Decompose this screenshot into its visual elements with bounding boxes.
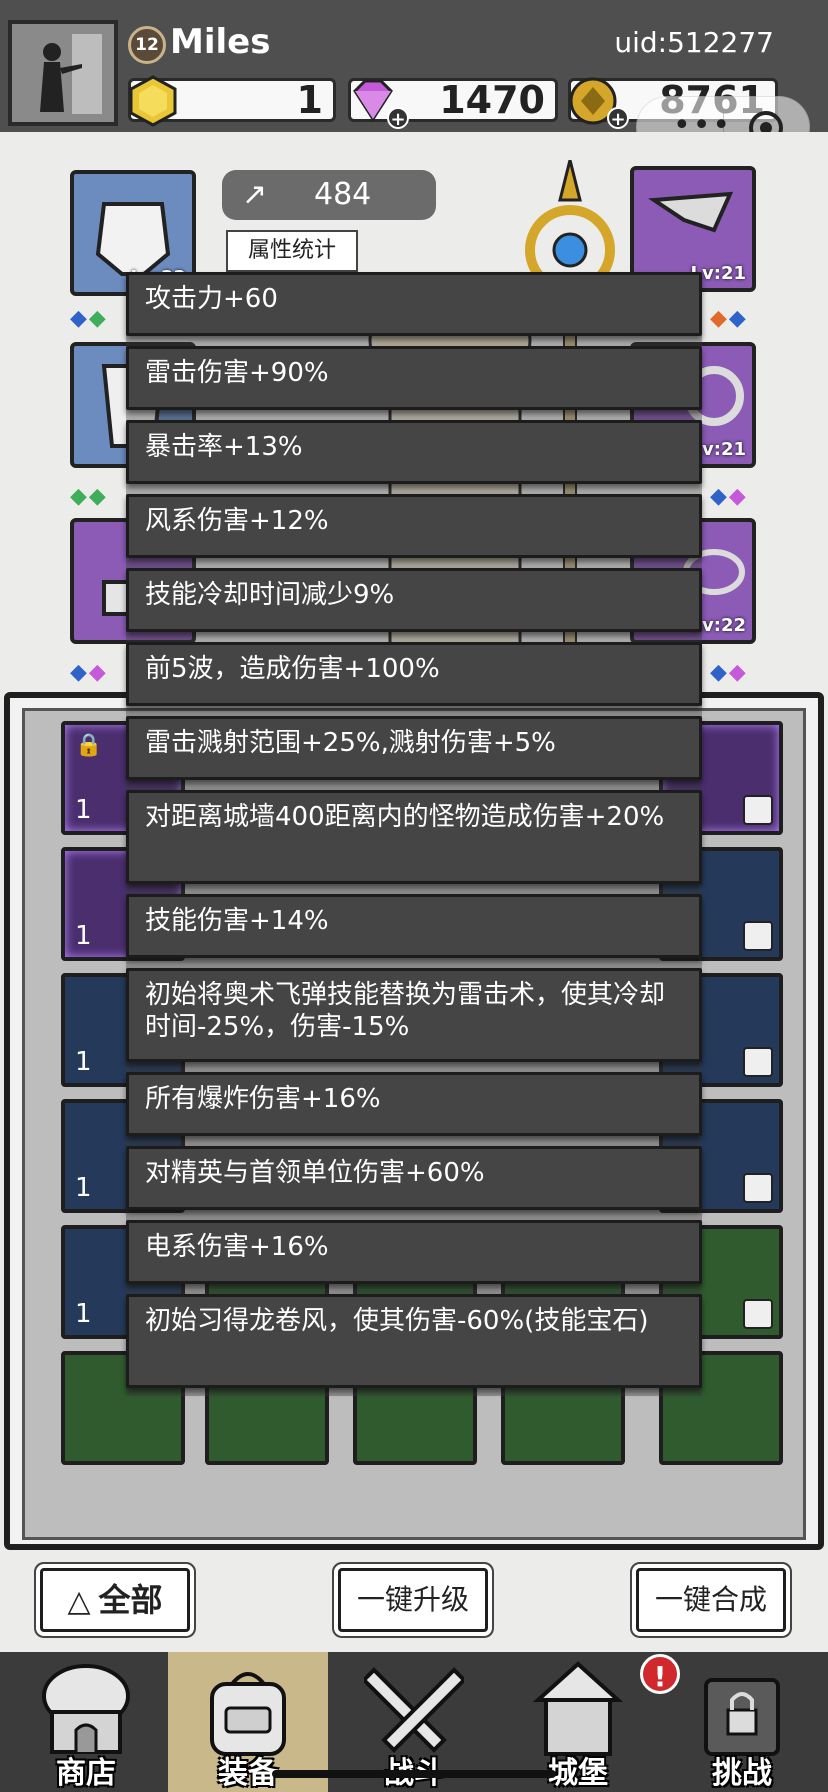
stat-row: 初始将奥术飞弹技能替换为雷击术，使其冷却时间-25%，伤害-15%	[126, 968, 702, 1062]
player-avatar[interactable]	[8, 20, 118, 126]
stat-row: 前5波，造成伤害+100%	[126, 642, 702, 706]
stat-row: 所有爆炸伤害+16%	[126, 1072, 702, 1136]
home-indicator[interactable]	[272, 1770, 556, 1778]
item-type-icon	[743, 921, 773, 951]
add-gold-icon[interactable]: +	[607, 107, 629, 130]
gem-sockets: ◆◆	[710, 484, 748, 509]
level-badge: 12	[128, 26, 166, 64]
player-uid: uid:512277	[614, 26, 774, 59]
crossed-swords-icon	[364, 1667, 464, 1753]
gem-sockets: ◆◆	[710, 306, 748, 331]
item-quantity: 1	[75, 795, 92, 825]
item-type-icon	[743, 1299, 773, 1329]
hexagon-token-amount: 1	[296, 78, 323, 122]
stat-row: 初始习得龙卷风，使其伤害-60%(技能宝石)	[126, 1294, 702, 1388]
currency-diamond[interactable]: + 1470	[348, 78, 558, 130]
player-name: Miles	[170, 22, 271, 62]
stat-row: 攻击力+60	[126, 272, 702, 336]
attribute-stats-popup[interactable]: 攻击力+60 雷击伤害+90% 暴击率+13% 风系伤害+12% 技能冷却时间减…	[126, 272, 702, 1396]
stat-row: 暴击率+13%	[126, 420, 702, 484]
lock-icon: 🔒	[75, 733, 103, 758]
stat-row: 雷击伤害+90%	[126, 346, 702, 410]
one-click-merge-button[interactable]: 一键合成	[636, 1568, 786, 1632]
item-quantity: 1	[75, 921, 92, 951]
item-quantity: 1	[75, 1047, 92, 1077]
nav-item-shop[interactable]: 商店	[6, 1652, 166, 1792]
currency-hexagon-token: 1	[128, 75, 336, 127]
stat-row: 对精英与首领单位伤害+60%	[126, 1146, 702, 1210]
diamond-amount: 1470	[439, 78, 545, 122]
gem-sockets: ◆◆	[710, 660, 748, 685]
nav-label: 商店	[56, 1756, 116, 1791]
gem-sockets: ◆◆	[70, 484, 108, 509]
stat-row: 雷击溅射范围+25%,溅射伤害+5%	[126, 716, 702, 780]
add-diamond-icon[interactable]: +	[387, 107, 409, 130]
backpack-icon	[210, 1672, 286, 1756]
filter-all-label: 全部	[98, 1581, 163, 1619]
stat-row: 风系伤害+12%	[126, 494, 702, 558]
item-quantity: 1	[75, 1299, 92, 1329]
one-click-upgrade-button[interactable]: 一键升级	[338, 1568, 488, 1632]
hexagon-token-icon	[129, 75, 177, 127]
item-type-icon	[743, 795, 773, 825]
item-type-icon	[743, 1173, 773, 1203]
triangle-icon: △	[67, 1584, 91, 1619]
gem-sockets: ◆◆	[70, 660, 108, 685]
avatar-figure-icon	[12, 24, 114, 122]
locked-challenge-icon	[704, 1678, 780, 1756]
nav-item-challenge[interactable]: 挑战	[662, 1652, 822, 1792]
castle-icon	[532, 1661, 624, 1756]
nav-label: 挑战	[712, 1756, 772, 1791]
stat-row: 技能伤害+14%	[126, 894, 702, 958]
stat-row: 技能冷却时间减少9%	[126, 568, 702, 632]
item-quantity: 1	[75, 1173, 92, 1203]
attribute-stats-button[interactable]: 属性统计	[226, 230, 358, 272]
stat-row: 电系伤害+16%	[126, 1220, 702, 1284]
hammer-icon: ↗	[242, 177, 268, 212]
filter-all-button[interactable]: △ 全部	[40, 1568, 190, 1632]
castle-notification-badge: !	[640, 1654, 680, 1694]
combat-power-value: 484	[314, 177, 372, 212]
item-type-icon	[743, 1047, 773, 1077]
stat-row: 对距离城墙400距离内的怪物造成伤害+20%	[126, 790, 702, 884]
combat-power-pill: ↗ 484	[222, 170, 436, 220]
gem-sockets: ◆◆	[70, 306, 108, 331]
shop-icon	[42, 1664, 130, 1754]
